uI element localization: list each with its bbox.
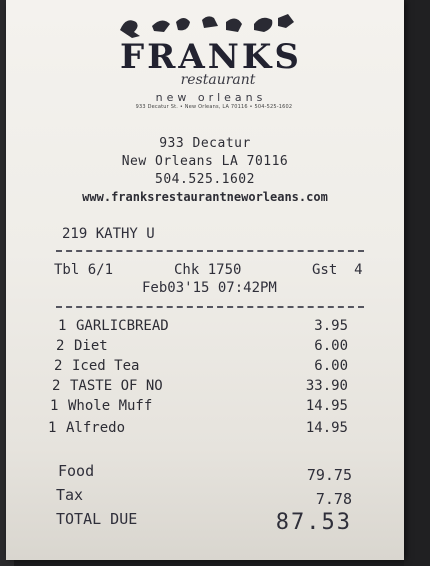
table-surface-right bbox=[404, 0, 430, 566]
item-name: Whole Muff bbox=[68, 398, 153, 414]
food-label: Food bbox=[58, 462, 95, 480]
item-price: 6.00 bbox=[314, 358, 348, 374]
item-qty: 1 bbox=[58, 318, 67, 334]
city-state-zip: New Orleans LA 70116 bbox=[121, 154, 289, 169]
date-time: Feb03'15 07:42PM bbox=[142, 280, 277, 296]
receipt-paper: FRANKS restaurant new orleans 933 Decatu… bbox=[6, 0, 404, 560]
item-name: Diet bbox=[74, 338, 108, 354]
item-qty: 1 bbox=[48, 420, 57, 436]
item-name: Alfredo bbox=[66, 420, 126, 436]
item-price: 3.95 bbox=[314, 318, 348, 334]
svg-text:new orleans: new orleans bbox=[156, 91, 267, 104]
check-number: Chk 1750 bbox=[174, 262, 242, 278]
street-address: 933 Decatur bbox=[159, 136, 251, 151]
item-name: Iced Tea bbox=[72, 358, 140, 374]
phone-number: 504.525.1602 bbox=[155, 172, 255, 187]
guest-count: Gst 4 bbox=[312, 262, 363, 278]
total-due-amount: 87.53 bbox=[275, 510, 352, 535]
divider-top bbox=[56, 250, 364, 252]
item-price: 33.90 bbox=[305, 378, 348, 394]
table-number: Tbl 6/1 bbox=[54, 262, 114, 278]
total-due-label: TOTAL DUE bbox=[56, 510, 138, 528]
food-total: 79.75 bbox=[306, 466, 352, 484]
item-price: 14.95 bbox=[305, 398, 348, 414]
item-qty: 1 bbox=[50, 398, 59, 414]
item-qty: 2 bbox=[54, 358, 63, 374]
tax-amount: 7.78 bbox=[315, 490, 352, 508]
item-qty: 2 bbox=[56, 338, 65, 354]
item-qty: 2 bbox=[52, 378, 61, 394]
item-price: 14.95 bbox=[305, 420, 348, 436]
svg-text:restaurant: restaurant bbox=[181, 72, 256, 88]
logo-address: 933 Decatur St. • New Orleans, LA 70116 … bbox=[135, 104, 293, 110]
server-name: 219 KATHY U bbox=[62, 226, 155, 242]
item-name: TASTE OF NO bbox=[70, 378, 163, 394]
website: www.franksrestaurantneworleans.com bbox=[82, 190, 328, 204]
item-price: 6.00 bbox=[314, 338, 348, 354]
tax-label: Tax bbox=[56, 486, 84, 504]
logo-wordmark: FRANKS bbox=[120, 37, 302, 77]
item-name: GARLICBREAD bbox=[76, 318, 169, 334]
logo-characters-icon bbox=[120, 14, 294, 38]
divider-middle bbox=[56, 306, 364, 308]
